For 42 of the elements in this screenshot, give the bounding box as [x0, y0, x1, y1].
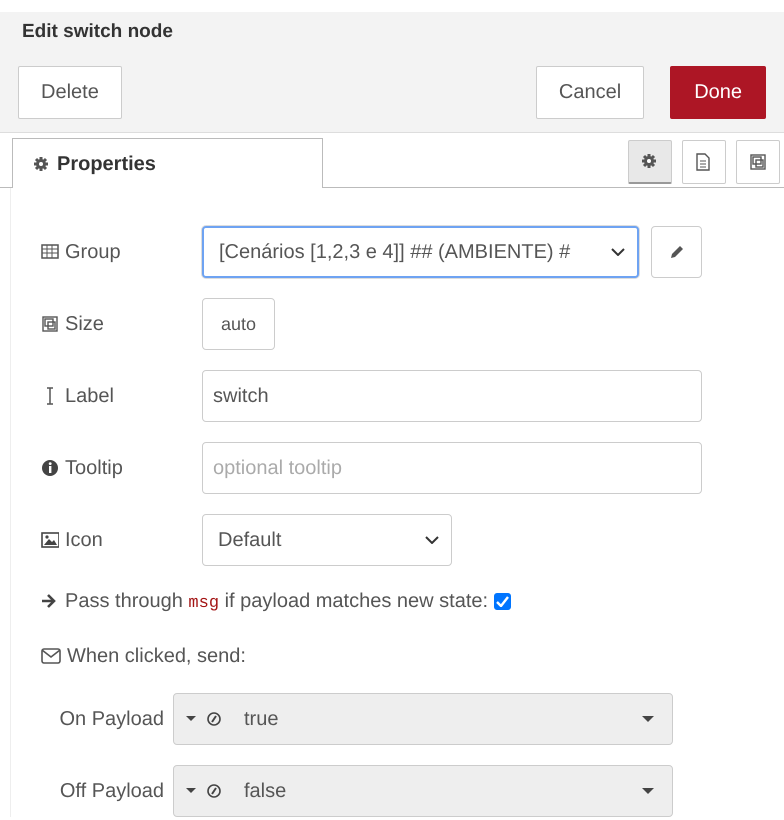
- dialog-title: Edit switch node: [22, 20, 173, 44]
- field-label: On Payload: [58, 706, 165, 732]
- field-label: Icon: [65, 528, 103, 553]
- caret-icon: [611, 248, 625, 256]
- done-button[interactable]: Done: [670, 66, 766, 118]
- select-field[interactable]: [Cenários [1,2,3 e 4]] ## (AMBIENTE) #: [202, 226, 639, 278]
- text-cursor-icon: [46, 387, 54, 405]
- envelope-icon: [41, 648, 61, 664]
- settings-icon: [641, 152, 659, 170]
- section-heading: When clicked, send:: [67, 644, 246, 668]
- checkbox[interactable]: [494, 592, 512, 610]
- pencil-icon: [668, 244, 684, 260]
- field-label: Size: [65, 312, 104, 337]
- properties-tab[interactable]: Properties: [12, 138, 323, 188]
- resize-icon: [41, 315, 59, 333]
- table-icon: [41, 243, 59, 261]
- tab-icon-button[interactable]: [628, 140, 672, 184]
- info-icon: [41, 459, 59, 477]
- resize-icon: [749, 153, 767, 171]
- caret-icon: [642, 788, 654, 794]
- field-label: Group: [65, 240, 121, 265]
- select-field[interactable]: Default: [202, 514, 452, 566]
- caret-icon: [186, 788, 196, 793]
- delete-button[interactable]: Delete: [18, 66, 122, 118]
- image-icon: [41, 531, 59, 549]
- caret-icon: [186, 716, 196, 721]
- typed-input-field[interactable]: true: [173, 692, 673, 744]
- field-label: Off Payload: [58, 778, 165, 804]
- tab-icon-button[interactable]: [682, 140, 726, 184]
- typed-input-field[interactable]: false: [173, 764, 673, 816]
- field-label: Label: [65, 384, 114, 409]
- type-icon: [206, 710, 222, 726]
- gear-icon: [33, 156, 49, 172]
- tab-icon-button[interactable]: [736, 140, 780, 184]
- option-text: Pass through msg if payload matches new state:: [65, 589, 488, 615]
- caret-icon: [425, 536, 439, 544]
- field-label: Tooltip: [65, 456, 123, 481]
- cancel-button[interactable]: Cancel: [536, 66, 644, 118]
- size-button[interactable]: auto: [202, 298, 275, 350]
- text-field[interactable]: switch: [202, 370, 702, 422]
- caret-icon: [642, 716, 654, 722]
- type-icon: [206, 782, 222, 798]
